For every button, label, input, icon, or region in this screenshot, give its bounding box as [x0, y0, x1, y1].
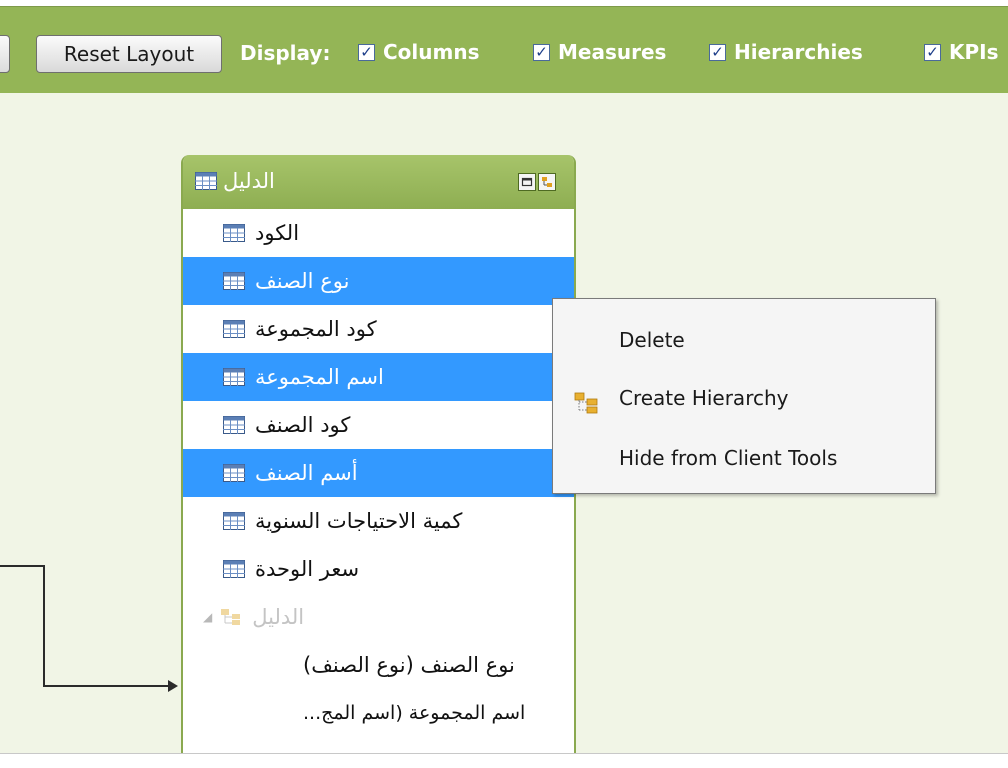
- column-row[interactable]: سعر الوحدة: [183, 545, 574, 593]
- hierarchy-row[interactable]: ◢ الدليل: [183, 593, 574, 641]
- column-row[interactable]: كمية الاحتياجات السنوية: [183, 497, 574, 545]
- column-icon: [223, 224, 245, 242]
- relationship-arrow-icon: [168, 680, 178, 692]
- column-list: الكود نوع الصنف كود المجموعة اسم المجموع…: [183, 209, 574, 737]
- checkbox-check-icon: ✓: [358, 43, 375, 61]
- window-bottom-border: [0, 753, 1008, 768]
- checkbox-check-icon: ✓: [709, 43, 726, 61]
- column-row-selected[interactable]: نوع الصنف: [183, 257, 574, 305]
- relationship-line[interactable]: [0, 93, 200, 713]
- column-row[interactable]: كود المجموعة: [183, 305, 574, 353]
- table-title-label: الدليل: [223, 169, 275, 193]
- create-hierarchy-icon: [574, 392, 598, 414]
- checkbox-check-icon: ✓: [924, 43, 941, 61]
- window-top-border: [0, 0, 1008, 7]
- column-icon: [223, 272, 245, 290]
- table-title: الدليل: [195, 169, 275, 193]
- column-label: كمية الاحتياجات السنوية: [255, 509, 463, 533]
- column-icon: [223, 320, 245, 338]
- hierarchy-level-label: اسم المجموعة (اسم المج...: [303, 702, 526, 724]
- measures-checkbox[interactable]: ✓ Measures: [533, 40, 666, 64]
- measures-checkbox-label: Measures: [558, 40, 667, 64]
- hierarchies-checkbox[interactable]: ✓ Hierarchies: [709, 40, 863, 64]
- column-row-selected[interactable]: أسم الصنف: [183, 449, 574, 497]
- columns-checkbox[interactable]: ✓ Columns: [358, 40, 480, 64]
- column-row[interactable]: كود الصنف: [183, 401, 574, 449]
- column-icon: [223, 560, 245, 578]
- column-row-selected[interactable]: اسم المجموعة: [183, 353, 574, 401]
- column-icon: [223, 416, 245, 434]
- column-label: كود المجموعة: [255, 317, 377, 341]
- columns-checkbox-label: Columns: [383, 40, 480, 64]
- checkbox-check-icon: ✓: [533, 43, 550, 61]
- column-label: اسم المجموعة: [255, 365, 384, 389]
- hierarchy-level-row[interactable]: اسم المجموعة (اسم المج...: [183, 689, 574, 737]
- display-label: Display:: [240, 41, 331, 65]
- delete-menu-item[interactable]: Delete: [619, 328, 685, 352]
- table-icon: [195, 172, 217, 190]
- context-menu: Delete Create Hierarchy Hide from Client…: [552, 298, 936, 494]
- column-label: كود الصنف: [255, 413, 351, 437]
- hide-from-client-tools-menu-item[interactable]: Hide from Client Tools: [619, 446, 837, 470]
- column-icon: [223, 368, 245, 386]
- table-header[interactable]: الدليل: [183, 155, 574, 209]
- hierarchy-level-row[interactable]: نوع الصنف (نوع الصنف): [183, 641, 574, 689]
- column-icon: [223, 464, 245, 482]
- hierarchies-checkbox-label: Hierarchies: [734, 40, 863, 64]
- column-label: نوع الصنف: [255, 269, 350, 293]
- kpis-checkbox[interactable]: ✓ KPIs: [924, 40, 999, 64]
- expand-triangle-icon[interactable]: ◢: [203, 610, 212, 624]
- column-row[interactable]: الكود: [183, 209, 574, 257]
- column-label: أسم الصنف: [255, 461, 358, 485]
- toolbar-button-partial[interactable]: [0, 35, 10, 73]
- kpis-checkbox-label: KPIs: [949, 40, 999, 64]
- maximize-icon[interactable]: [518, 173, 536, 191]
- column-label: سعر الوحدة: [255, 557, 360, 581]
- table-diagram-box[interactable]: الدليل الكود نوع الصنف كود المجموعة اسم …: [181, 155, 576, 755]
- hierarchy-icon: [221, 609, 241, 625]
- column-icon: [223, 512, 245, 530]
- column-label: الكود: [255, 221, 300, 245]
- hierarchy-level-label: نوع الصنف (نوع الصنف): [303, 653, 515, 677]
- reset-layout-button[interactable]: Reset Layout: [36, 35, 222, 73]
- diagram-toolbar: Reset Layout Display: ✓ Columns ✓ Measur…: [0, 7, 1008, 93]
- hierarchy-label: الدليل: [252, 605, 305, 629]
- table-header-icons: [518, 173, 556, 191]
- create-hierarchy-icon[interactable]: [538, 173, 556, 191]
- create-hierarchy-menu-item[interactable]: Create Hierarchy: [619, 386, 788, 410]
